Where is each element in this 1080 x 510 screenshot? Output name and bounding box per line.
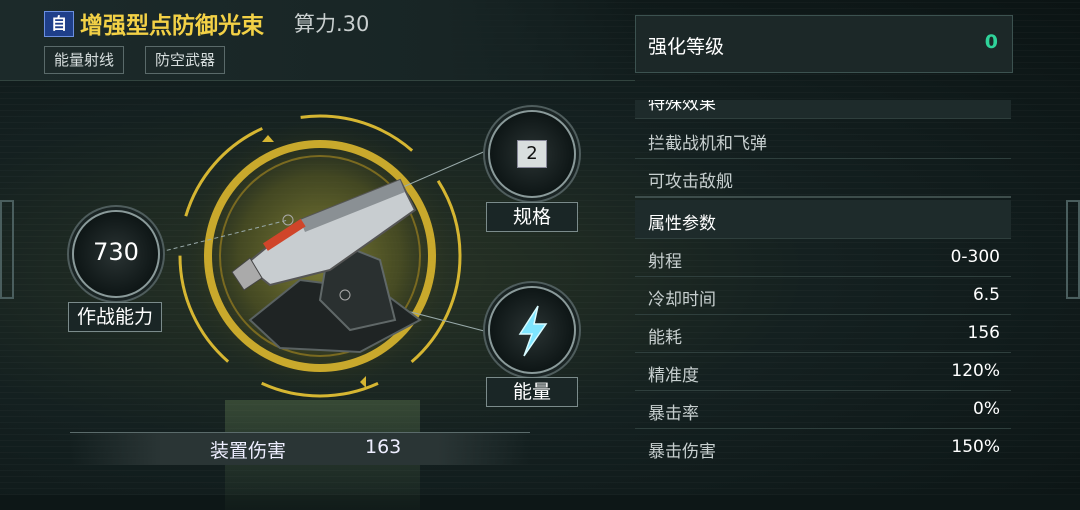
self-badge: 自 — [44, 11, 74, 37]
device-damage-value: 163 — [365, 436, 402, 458]
special-effects-header: 特殊效果 — [635, 100, 1011, 119]
special-effect-item: 可攻击敌舰 — [635, 158, 1011, 198]
spec-label: 规格 — [486, 202, 578, 232]
attributes-header: 属性参数 — [635, 200, 1011, 239]
device-damage-label: 装置伤害 — [210, 440, 287, 462]
attribute-row-energy-cost: 能耗 156 — [635, 314, 1011, 353]
weapon-header: 自 增强型点防御光束 算力.30 能量射线 防空武器 — [0, 0, 635, 81]
right-edge-decoration — [1066, 200, 1080, 299]
attribute-panel[interactable]: 特殊效果 拦截战机和飞弹 可攻击敌舰 属性参数 射程 0-300 冷却时间 6.… — [635, 100, 1011, 465]
enhance-level-label: 强化等级 — [648, 36, 725, 58]
lightning-icon — [518, 305, 548, 357]
spec-value: 2 — [517, 140, 547, 168]
weapon-stage: 730 作战能力 2 规格 能量 装置伤害 163 — [0, 80, 620, 510]
device-damage-bar: 装置伤害 163 — [70, 432, 530, 465]
weapon-title: 增强型点防御光束 — [80, 13, 264, 39]
attribute-row-crit-rate: 暴击率 0% — [635, 390, 1011, 429]
attribute-row-cooldown: 冷却时间 6.5 — [635, 276, 1011, 315]
compute-power: 算力.30 — [294, 12, 370, 36]
special-effect-item: 拦截战机和飞弹 — [635, 120, 1011, 159]
energy-label: 能量 — [486, 377, 578, 407]
attribute-row-accuracy: 精准度 120% — [635, 352, 1011, 391]
combat-power-value: 730 — [93, 238, 139, 266]
tag-anti-air: 防空武器 — [145, 46, 226, 74]
tag-energy-ray: 能量射线 — [44, 46, 125, 74]
combat-power-circle[interactable]: 730 — [72, 210, 160, 298]
combat-power-label: 作战能力 — [68, 302, 162, 332]
enhance-level-box[interactable]: 强化等级 0 — [635, 15, 1013, 73]
energy-circle[interactable] — [488, 286, 576, 374]
attribute-row-crit-damage: 暴击伤害 150% — [635, 428, 1011, 465]
enhance-level-value: 0 — [984, 31, 998, 53]
attribute-row-range: 射程 0-300 — [635, 238, 1011, 277]
spec-circle[interactable]: 2 — [488, 110, 576, 198]
